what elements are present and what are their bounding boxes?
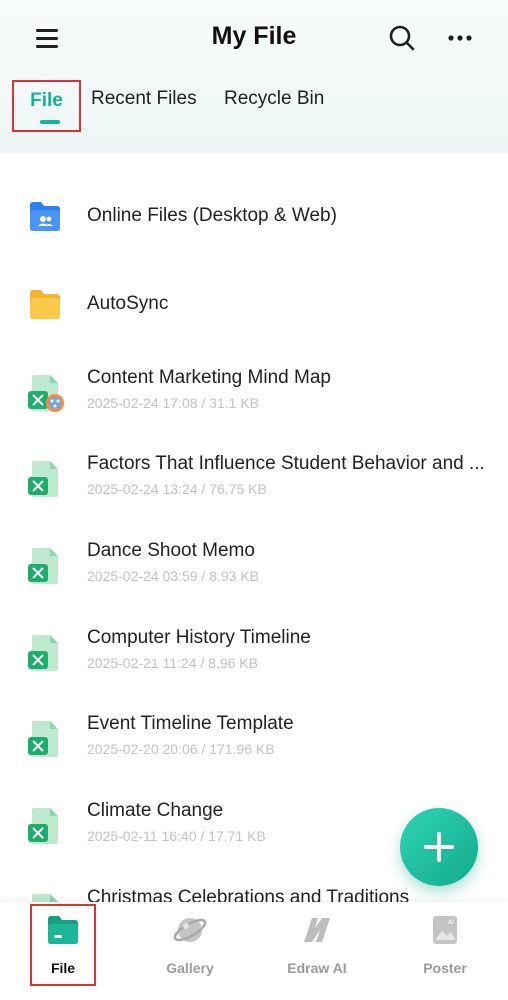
file-meta: 2025-02-21 11:24 / 8.96 KB xyxy=(87,655,258,671)
file-name: Dance Shoot Memo xyxy=(87,540,255,561)
app-header: My File File Recent Files Recycle Bin xyxy=(0,0,508,153)
tab-bar: File Recent Files Recycle Bin xyxy=(0,80,508,132)
tab-recycle-bin[interactable]: Recycle Bin xyxy=(224,88,324,110)
nav-label: Gallery xyxy=(166,960,214,976)
tab-file[interactable]: File xyxy=(12,80,81,132)
more-options-icon[interactable] xyxy=(446,28,474,48)
edraw-file-icon xyxy=(28,546,62,584)
list-item[interactable]: AutoSync xyxy=(0,281,508,329)
list-item[interactable]: Event Timeline Template 2025-02-20 20:06… xyxy=(0,711,508,767)
nav-item-file[interactable]: File xyxy=(8,902,96,1000)
tab-active-indicator xyxy=(40,120,60,124)
file-name: Content Marketing Mind Map xyxy=(87,367,331,388)
cloud-folder-icon xyxy=(28,199,62,237)
svg-text:AI: AI xyxy=(448,919,454,926)
poster-icon: AI xyxy=(428,914,462,946)
list-item[interactable]: Factors That Influence Student Behavior … xyxy=(0,451,508,507)
file-name: AutoSync xyxy=(87,293,169,314)
file-list: Online Files (Desktop & Web) AutoSync Co… xyxy=(0,153,508,902)
file-meta: 2025-02-24 03:59 / 8.93 KB xyxy=(87,568,260,584)
file-meta: 2025-02-20 20:06 / 171.96 KB xyxy=(87,741,275,757)
file-name: Event Timeline Template xyxy=(87,713,294,734)
file-name: Online Files (Desktop & Web) xyxy=(87,205,337,226)
list-item[interactable]: Online Files (Desktop & Web) xyxy=(0,193,508,241)
file-meta: 2025-02-24 13:24 / 76.75 KB xyxy=(87,481,267,497)
list-item[interactable]: Christmas Celebrations and Traditions xyxy=(0,884,508,902)
file-folder-icon xyxy=(46,914,80,946)
nav-label: Edraw AI xyxy=(287,960,347,976)
edraw-file-icon xyxy=(28,633,62,671)
edraw-ai-icon xyxy=(300,914,334,946)
add-file-button[interactable] xyxy=(400,808,478,886)
mindmap-file-icon xyxy=(28,373,64,412)
tab-recent-files[interactable]: Recent Files xyxy=(91,88,197,110)
list-item[interactable]: Computer History Timeline 2025-02-21 11:… xyxy=(0,625,508,681)
file-name: Christmas Celebrations and Traditions xyxy=(87,887,410,902)
tab-file-label: File xyxy=(30,90,63,111)
file-meta: 2025-02-11 16:40 / 17.71 KB xyxy=(87,828,266,844)
edraw-file-icon xyxy=(28,719,62,757)
file-name: Computer History Timeline xyxy=(87,627,311,648)
search-icon[interactable] xyxy=(388,24,416,52)
file-name: Factors That Influence Student Behavior … xyxy=(87,453,485,474)
list-item[interactable]: Dance Shoot Memo 2025-02-24 03:59 / 8.93… xyxy=(0,538,508,594)
nav-label: Poster xyxy=(423,960,467,976)
folder-icon xyxy=(28,287,62,325)
nav-label: File xyxy=(50,960,76,976)
list-item[interactable]: Content Marketing Mind Map 2025-02-24 17… xyxy=(0,365,508,421)
nav-item-edraw-ai[interactable]: Edraw AI xyxy=(262,902,372,1000)
file-meta: 2025-02-24 17:08 / 31.1 KB xyxy=(87,395,260,411)
edraw-file-icon xyxy=(28,806,62,844)
edraw-file-icon xyxy=(28,892,62,902)
bottom-nav: File Gallery Edraw AI AI Poster xyxy=(0,902,508,1000)
page-title: My File xyxy=(211,22,297,50)
edraw-file-icon xyxy=(28,459,62,497)
nav-item-poster[interactable]: AI Poster xyxy=(390,902,500,1000)
gallery-planet-icon xyxy=(173,914,207,946)
nav-item-gallery[interactable]: Gallery xyxy=(135,902,245,1000)
